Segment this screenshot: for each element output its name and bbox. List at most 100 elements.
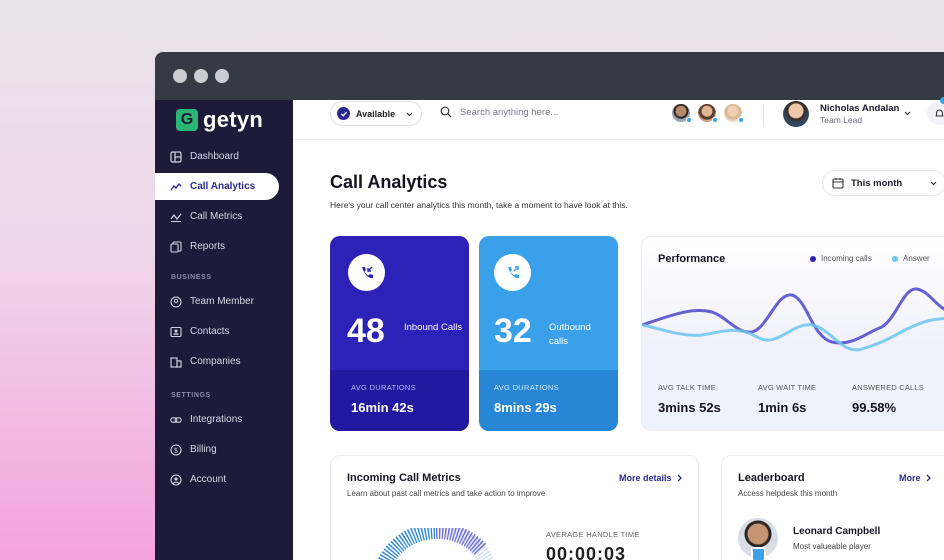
window-minimize-dot[interactable]	[194, 69, 208, 83]
sidebar-item-billing[interactable]: $ Billing	[155, 436, 279, 463]
performance-card: Performance Incoming calls Answer AVG TA…	[641, 236, 944, 431]
user-name[interactable]: Nicholas Andalan	[820, 103, 899, 114]
sidebar-item-label: Account	[190, 474, 227, 485]
legend-label: Answer	[903, 254, 930, 263]
search-input[interactable]: Search anything here...	[460, 107, 558, 118]
leaderboard-title: Leaderboard	[738, 472, 805, 484]
divider	[763, 104, 764, 126]
sidebar-item-contacts[interactable]: Contacts	[155, 318, 279, 345]
search-icon	[440, 106, 452, 118]
outbound-count: 32	[494, 312, 532, 350]
chevron-down-icon	[930, 181, 937, 186]
legend-answer: Answer	[892, 254, 930, 263]
legend-dot	[810, 255, 816, 262]
online-indicator	[686, 117, 692, 123]
page-title: Call Analytics	[330, 172, 448, 192]
legend-incoming: Incoming calls	[810, 254, 872, 263]
sidebar-item-integrations[interactable]: Integrations	[155, 406, 279, 433]
svg-text:$: $	[174, 446, 178, 454]
more-details-link[interactable]: More details	[619, 473, 683, 483]
avg-talk-time-value: 3mins 52s	[658, 400, 721, 415]
link-icon	[170, 414, 182, 426]
period-dropdown[interactable]: This month	[822, 170, 944, 196]
user-role: Team Lead	[820, 115, 863, 125]
sidebar-item-reports[interactable]: Reports	[155, 233, 279, 260]
contacts-icon	[170, 326, 182, 338]
online-agents	[670, 102, 744, 124]
aht-label: AVERAGE HANDLE TIME	[546, 530, 640, 539]
sidebar-item-account[interactable]: Account	[155, 466, 279, 493]
outbound-label: Outbound calls	[549, 322, 591, 347]
legend-dot	[892, 255, 898, 262]
window-close-dot[interactable]	[173, 69, 187, 83]
leader-name[interactable]: Leonard Campbell	[793, 526, 880, 537]
logo[interactable]: G getyn	[176, 107, 263, 133]
app-window: G getyn Dashboard Call Analytics Call Me…	[155, 52, 944, 560]
avg-wait-time-value: 1min 6s	[758, 400, 807, 415]
sidebar: G getyn Dashboard Call Analytics Call Me…	[155, 100, 293, 560]
sidebar-item-label: Companies	[190, 356, 241, 367]
answer-line	[642, 317, 944, 352]
incoming-metrics-title: Incoming Call Metrics	[347, 472, 461, 484]
avatar[interactable]	[722, 102, 744, 124]
window-maximize-dot[interactable]	[215, 69, 229, 83]
reports-icon	[170, 240, 182, 253]
sidebar-item-label: Billing	[190, 444, 217, 455]
answered-calls-value: 99.58%	[852, 400, 897, 415]
dashboard-icon	[170, 150, 182, 163]
inbound-avg-value: 16min 42s	[351, 400, 414, 415]
leaderboard-panel: Leaderboard Access helpdesk this month M…	[721, 455, 944, 560]
sidebar-item-dashboard[interactable]: Dashboard	[155, 143, 279, 170]
user-icon	[170, 473, 182, 486]
sidebar-item-team-member[interactable]: Team Member	[155, 288, 279, 315]
sidebar-section-business: BUSINESS	[171, 274, 212, 281]
avg-wait-time-label: AVG WAIT TIME	[758, 383, 817, 392]
avg-talk-time-label: AVG TALK TIME	[658, 383, 716, 392]
sidebar-item-label: Call Analytics	[190, 181, 256, 192]
logo-mark-icon: G	[176, 109, 198, 131]
avatar[interactable]	[670, 102, 692, 124]
leaderboard-more-link[interactable]: More	[899, 473, 932, 483]
leaderboard-more-label: More	[899, 473, 921, 483]
outbound-avg-label: AVG DURATIONS	[494, 383, 559, 392]
status-label: Available	[356, 108, 396, 119]
sidebar-item-label: Dashboard	[190, 151, 239, 162]
status-dropdown[interactable]: Available	[330, 101, 422, 126]
answered-calls-label: ANSWERED CALLS	[852, 383, 924, 392]
incoming-metrics-subtitle: Learn about past call metrics and take a…	[347, 489, 546, 498]
gauge-chart	[377, 528, 495, 560]
sidebar-item-label: Call Metrics	[190, 211, 243, 222]
user-menu-chevron-icon[interactable]	[903, 109, 912, 118]
chevron-right-icon	[926, 474, 931, 482]
inbound-avg-label: AVG DURATIONS	[351, 383, 416, 392]
check-icon	[337, 107, 350, 120]
page-subtitle: Here's your call center analytics this m…	[330, 200, 628, 210]
online-indicator	[738, 117, 744, 123]
logo-text: getyn	[203, 107, 264, 132]
top-bar: Available Search anything here... Nichol…	[293, 97, 944, 140]
search-bar[interactable]: Search anything here...	[440, 106, 558, 118]
sidebar-item-label: Contacts	[190, 326, 230, 337]
user-avatar[interactable]	[783, 101, 809, 127]
online-indicator	[712, 117, 718, 123]
sidebar-item-call-metrics[interactable]: Call Metrics	[155, 203, 279, 230]
leaderboard-subtitle: Access helpdesk this month	[738, 489, 838, 498]
notification-badge	[940, 97, 944, 104]
chevron-down-icon	[406, 112, 413, 117]
sidebar-section-settings: SETTINGS	[171, 392, 211, 399]
inbound-count: 48	[347, 312, 385, 350]
outbound-calls-card[interactable]: 32 Outbound calls AVG DURATIONS 8mins 29…	[479, 236, 618, 431]
period-label: This month	[851, 177, 903, 189]
avatar[interactable]	[696, 102, 718, 124]
aht-value: 00:00:03	[546, 544, 627, 560]
calendar-icon	[832, 178, 844, 189]
sidebar-item-label: Reports	[190, 241, 226, 252]
outbound-avg-value: 8mins 29s	[494, 400, 557, 415]
companies-icon	[170, 356, 182, 368]
notification-button[interactable]	[927, 101, 944, 125]
main-content: Available Search anything here... Nichol…	[293, 97, 944, 560]
sidebar-item-call-analytics[interactable]: Call Analytics	[155, 173, 279, 200]
inbound-calls-card[interactable]: 48 Inbound Calls AVG DURATIONS 16min 42s	[330, 236, 469, 431]
sidebar-item-label: Team Member	[190, 296, 254, 307]
sidebar-item-companies[interactable]: Companies	[155, 348, 279, 375]
